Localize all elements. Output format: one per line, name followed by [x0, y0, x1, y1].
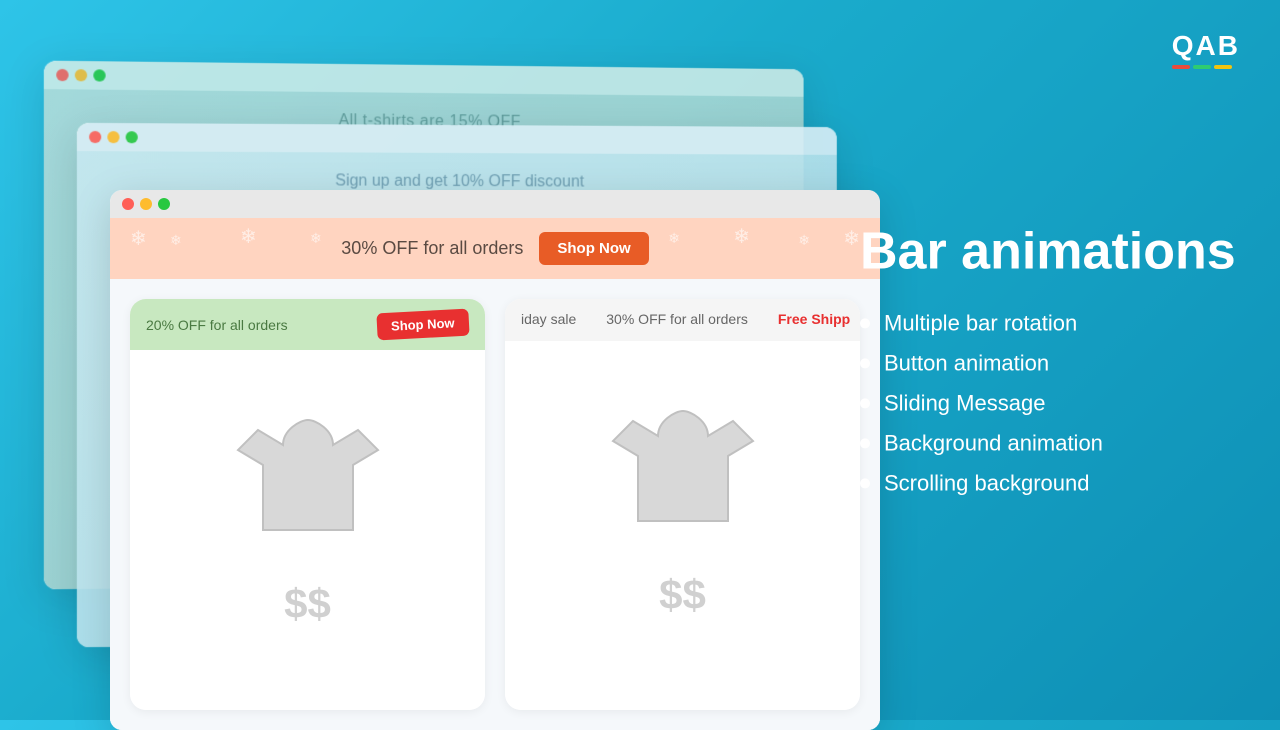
traffic-light-green-2: [126, 131, 138, 143]
window-1-content: ❄ ❄ ❄ ❄ ❄ ❄ ❄ ❄ 30% OFF for all orders S…: [110, 218, 880, 730]
feature-item: Multiple bar rotation: [860, 311, 1240, 337]
feature-label: Background animation: [884, 431, 1103, 457]
traffic-light-red-1: [122, 198, 134, 210]
traffic-light-yellow-3: [75, 69, 87, 81]
feature-item: Sliding Message: [860, 391, 1240, 417]
features-list: Multiple bar rotation Button animation Sli…: [860, 311, 1240, 497]
browser-window-1: ❄ ❄ ❄ ❄ ❄ ❄ ❄ ❄ 30% OFF for all orders S…: [110, 190, 880, 730]
titlebar-1: [110, 190, 880, 218]
right-panel: Bar animations Multiple bar rotation Butt…: [860, 223, 1240, 496]
right-product-body: $$: [505, 341, 860, 710]
logo-text: QAB: [1172, 30, 1240, 61]
right-tshirt-icon: [603, 381, 763, 541]
bullet-icon: [860, 439, 870, 449]
ticker-content: iday sale 30% OFF for all orders Free Sh…: [521, 311, 850, 327]
feature-item: Scrolling background: [860, 471, 1240, 497]
feature-label: Button animation: [884, 351, 1049, 377]
feature-item: Button animation: [860, 351, 1240, 377]
left-product-body: $$: [130, 350, 485, 710]
main-announcement-bar: ❄ ❄ ❄ ❄ ❄ ❄ ❄ ❄ 30% OFF for all orders S…: [110, 218, 880, 279]
traffic-light-yellow-1: [140, 198, 152, 210]
left-card-shop-now-button[interactable]: Shop Now: [377, 309, 470, 341]
traffic-light-yellow-2: [107, 131, 119, 143]
feature-label: Multiple bar rotation: [884, 311, 1077, 337]
logo-bar-red: [1172, 65, 1190, 69]
feature-label: Sliding Message: [884, 391, 1045, 417]
titlebar-2: [77, 123, 837, 155]
product-card-left: 20% OFF for all orders Shop Now $$: [130, 299, 485, 710]
left-card-announcement-text: 20% OFF for all orders: [146, 317, 288, 333]
logo-bar-yellow: [1214, 65, 1232, 69]
left-card-announcement-bar: 20% OFF for all orders Shop Now: [130, 299, 485, 350]
bullet-icon: [860, 479, 870, 489]
main-title: Bar animations: [860, 223, 1240, 280]
bullet-icon: [860, 319, 870, 329]
main-announcement-text: 30% OFF for all orders: [341, 238, 523, 259]
feature-item: Background animation: [860, 431, 1240, 457]
traffic-light-red-2: [89, 131, 101, 143]
mockup-stack: All t-shirts are 15% OFF Sign up and get…: [30, 40, 890, 700]
shop-now-button[interactable]: Shop Now: [539, 232, 648, 265]
traffic-light-green-1: [158, 198, 170, 210]
ticker-item-3: Free Shipp: [778, 311, 850, 327]
traffic-light-green-3: [93, 69, 105, 81]
logo-underline: [1172, 65, 1240, 69]
main-content-area: 20% OFF for all orders Shop Now $$ i: [110, 279, 880, 730]
bullet-icon: [860, 359, 870, 369]
ticker-item-1: iday sale: [521, 311, 576, 327]
left-product-price: $$: [284, 580, 331, 628]
traffic-light-red-3: [56, 69, 68, 81]
bullet-icon: [860, 399, 870, 409]
ticker-item-2: 30% OFF for all orders: [606, 311, 748, 327]
logo: QAB: [1172, 30, 1240, 69]
right-product-price: $$: [659, 571, 706, 619]
feature-label: Scrolling background: [884, 471, 1089, 497]
announcement-bar-2: Sign up and get 10% OFF discount: [335, 172, 584, 191]
scrolling-ticker: iday sale 30% OFF for all orders Free Sh…: [505, 299, 860, 341]
product-card-right: iday sale 30% OFF for all orders Free Sh…: [505, 299, 860, 710]
logo-bar-green: [1193, 65, 1211, 69]
left-tshirt-icon: [228, 390, 388, 550]
